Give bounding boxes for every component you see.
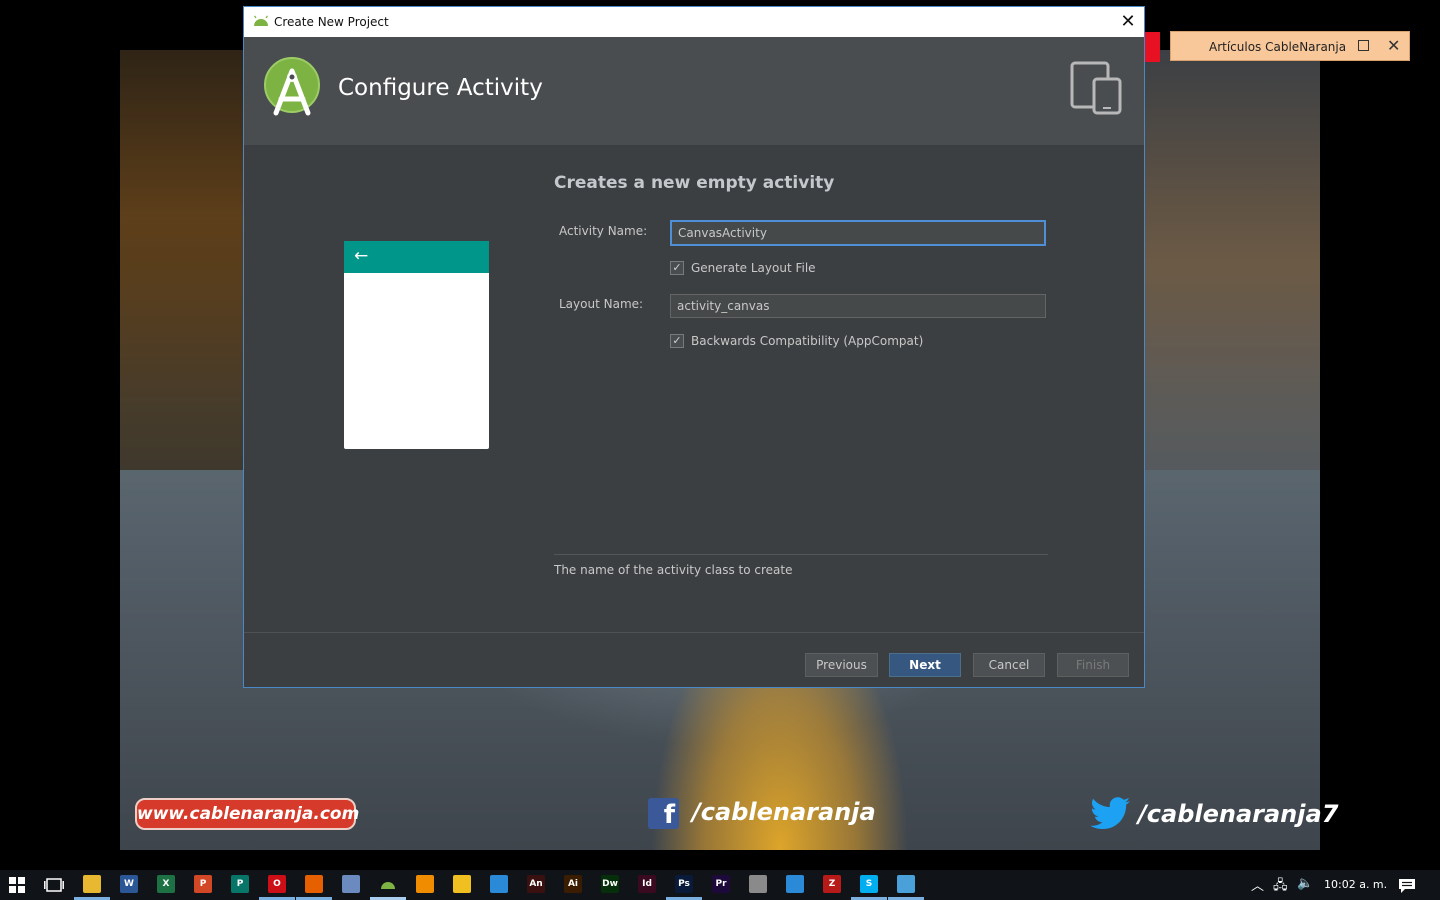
desktop: www.cablenaranja.com f /cablenaranja /ca… <box>0 0 1440 900</box>
chevron-up-icon[interactable]: ︿ <box>1251 875 1264 894</box>
previous-button[interactable]: Previous <box>805 653 878 677</box>
red-window-edge[interactable] <box>1144 32 1160 62</box>
generate-layout-checkbox[interactable]: ✓ <box>670 261 684 275</box>
powerpoint-icon[interactable]: P <box>194 875 212 893</box>
app-paint-icon[interactable] <box>897 875 915 893</box>
preview-toolbar: ← <box>344 241 489 273</box>
dialog-title: Create New Project <box>274 15 389 29</box>
taskbar: W X P P O An Ai Dw Id Ps Pr Z S ︿ 🖧 🔈 10:02 a. m. <box>0 870 1440 900</box>
layout-name-input[interactable]: activity_canvas <box>670 294 1046 318</box>
dialog-header: Configure Activity <box>244 37 1144 145</box>
backwards-compat-checkbox[interactable]: ✓ <box>670 334 684 348</box>
clock[interactable]: 10:02 a. m. <box>1324 878 1387 891</box>
notification-title: Artículos CableNaranja <box>1209 40 1347 54</box>
skype-icon[interactable]: S <box>860 875 878 893</box>
generate-layout-label: Generate Layout File <box>691 261 816 275</box>
maximize-icon[interactable] <box>1358 40 1369 51</box>
create-new-project-dialog: Create New Project ✕ Configure Activity … <box>243 6 1145 688</box>
opera-icon[interactable]: O <box>268 875 286 893</box>
virtualbox-icon[interactable] <box>342 875 360 893</box>
word-icon[interactable]: W <box>120 875 138 893</box>
hint-divider <box>554 554 1048 555</box>
task-view-icon[interactable] <box>44 878 64 892</box>
windows-start-icon[interactable] <box>9 877 25 893</box>
vlc-icon[interactable] <box>416 875 434 893</box>
network-icon[interactable]: 🖧 <box>1273 876 1288 898</box>
layout-name-label: Layout Name: <box>559 297 644 311</box>
finish-button[interactable]: Finish <box>1057 653 1129 677</box>
activity-name-input[interactable]: CanvasActivity <box>670 220 1046 246</box>
twitter-icon <box>1090 797 1130 829</box>
animate-icon[interactable]: An <box>527 875 545 893</box>
app-a-icon[interactable] <box>453 875 471 893</box>
app-gray-icon[interactable] <box>749 875 767 893</box>
next-button[interactable]: Next <box>889 653 961 677</box>
website-banner: www.cablenaranja.com <box>135 798 359 830</box>
backwards-compat-label: Backwards Compatibility (AppCompat) <box>691 334 924 348</box>
illustrator-icon[interactable]: Ai <box>564 875 582 893</box>
excel-icon[interactable]: X <box>157 875 175 893</box>
publisher-icon[interactable]: P <box>231 875 249 893</box>
devices-icon <box>1070 61 1122 115</box>
form-title: Creates a new empty activity <box>554 173 835 193</box>
app-box-icon[interactable] <box>490 875 508 893</box>
dreamweaver-icon[interactable]: Dw <box>601 875 619 893</box>
activity-preview: ← <box>344 241 489 449</box>
premiere-icon[interactable]: Pr <box>712 875 730 893</box>
hint-text: The name of the activity class to create <box>554 563 793 577</box>
volume-icon[interactable]: 🔈 <box>1297 876 1313 891</box>
dialog-close-icon[interactable]: ✕ <box>1116 11 1140 33</box>
facebook-icon: f <box>648 798 679 830</box>
android-studio-icon[interactable] <box>379 875 397 893</box>
activity-name-label: Activity Name: <box>559 224 648 238</box>
app-frame-icon[interactable] <box>786 875 804 893</box>
android-studio-logo-icon <box>264 57 320 116</box>
android-icon <box>254 15 268 26</box>
photoshop-icon[interactable]: Ps <box>675 875 693 893</box>
wallpaper-trees-right <box>1120 50 1320 470</box>
facebook-handle: /cablenaranja <box>692 798 876 826</box>
filezilla-icon[interactable]: Z <box>823 875 841 893</box>
dialog-titlebar[interactable]: Create New Project ✕ <box>244 7 1144 37</box>
cancel-button[interactable]: Cancel <box>973 653 1045 677</box>
arrow-left-icon: ← <box>354 246 369 266</box>
twitter-handle: /cablenaranja7 <box>1138 800 1339 828</box>
file-explorer-icon[interactable] <box>83 875 101 893</box>
notifications-icon[interactable] <box>1398 878 1416 894</box>
firefox-icon[interactable] <box>305 875 323 893</box>
footer-divider <box>244 632 1144 633</box>
notification-window[interactable]: Artículos CableNaranja ✕ <box>1170 31 1410 61</box>
header-title: Configure Activity <box>338 75 543 101</box>
close-icon[interactable]: ✕ <box>1387 36 1400 55</box>
indesign-icon[interactable]: Id <box>638 875 656 893</box>
